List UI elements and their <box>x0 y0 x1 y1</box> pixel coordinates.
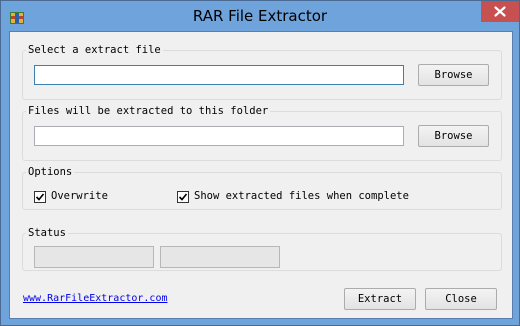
checkmark-icon <box>178 193 188 201</box>
extract-button[interactable]: Extract <box>344 288 416 310</box>
show-files-checkbox[interactable] <box>177 191 189 203</box>
close-window-button[interactable] <box>481 1 519 22</box>
website-link[interactable]: www.RarFileExtractor.com <box>23 293 168 304</box>
overwrite-label[interactable]: Overwrite <box>51 190 108 202</box>
source-legend: Select a extract file <box>28 44 161 56</box>
options-group: Options <box>22 166 502 210</box>
source-file-input[interactable] <box>34 65 404 85</box>
window-title: RAR File Extractor <box>192 7 328 25</box>
status-panel-right <box>160 246 280 268</box>
status-panel-left <box>34 246 154 268</box>
overwrite-checkbox[interactable] <box>34 191 46 203</box>
destination-folder-input[interactable] <box>34 126 404 146</box>
close-icon <box>494 6 506 17</box>
destination-browse-button[interactable]: Browse <box>418 125 489 147</box>
options-legend: Options <box>28 166 73 178</box>
checkmark-icon <box>35 193 45 201</box>
destination-legend: Files will be extracted to this folder <box>28 105 269 117</box>
dialog-body: Select a extract file Browse Files will … <box>9 31 513 319</box>
show-files-label[interactable]: Show extracted files when complete <box>194 190 409 202</box>
status-legend: Status <box>28 227 66 239</box>
close-button[interactable]: Close <box>425 288 497 310</box>
app-window: RAR File Extractor Select a extract file… <box>0 0 520 326</box>
title-bar[interactable]: RAR File Extractor <box>1 1 519 31</box>
source-browse-button[interactable]: Browse <box>418 64 489 86</box>
